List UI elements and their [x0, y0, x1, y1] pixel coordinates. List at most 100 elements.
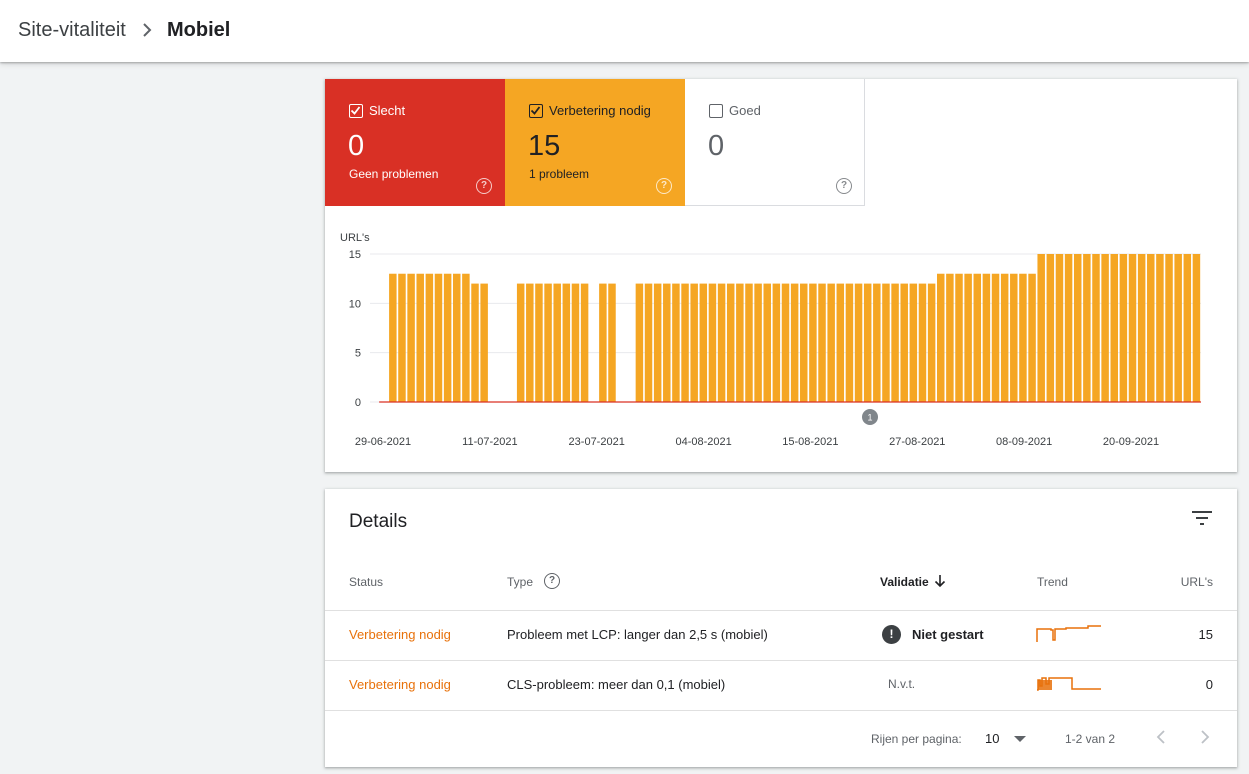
x-tick-label: 11-07-2021 [462, 436, 517, 448]
bar [964, 273, 972, 402]
bar [809, 283, 817, 402]
bar [1046, 254, 1055, 402]
row-status: Verbetering nodig [349, 627, 451, 642]
bar [553, 283, 561, 402]
bar [1147, 254, 1155, 402]
bar [453, 273, 461, 402]
chevron-right-icon[interactable] [1198, 729, 1212, 745]
row-validatie: N.v.t. [888, 677, 916, 691]
bar [836, 283, 845, 402]
filter-icon[interactable] [1191, 509, 1213, 527]
bar [672, 283, 680, 402]
row-type: Probleem met LCP: langer dan 2,5 s (mobi… [507, 627, 768, 642]
bar [745, 283, 753, 402]
bar [946, 273, 954, 402]
row-urls: 15 [1198, 627, 1213, 642]
table-row[interactable]: Verbetering nodig CLS-probleem: meer dan… [325, 660, 1237, 710]
bar [462, 273, 470, 402]
bar [389, 273, 397, 402]
rows-per-page-value: 10 [985, 731, 1000, 746]
bar [580, 283, 589, 402]
bar [1073, 254, 1082, 402]
bar [873, 283, 881, 402]
divider [325, 710, 1237, 711]
bar [818, 283, 826, 402]
bar [699, 283, 708, 402]
arrow-down-icon[interactable] [934, 574, 946, 588]
bar [854, 283, 863, 402]
row-validatie: Niet gestart [912, 627, 984, 642]
bar [690, 283, 698, 402]
chevron-right-icon [143, 23, 152, 37]
bar [708, 283, 717, 402]
bar [1028, 273, 1036, 402]
bar [1037, 254, 1045, 402]
bar [516, 283, 525, 402]
bar [407, 273, 415, 402]
chevron-left-icon[interactable] [1154, 729, 1168, 745]
chart-card: Slecht 0 Geen problemen ? Verbetering no… [325, 79, 1237, 472]
bar [1000, 273, 1009, 402]
y-axis-label: URL's [340, 232, 370, 244]
header-validatie[interactable]: Validatie [880, 575, 929, 589]
header-urls[interactable]: URL's [1173, 575, 1213, 589]
breadcrumb-parent[interactable]: Site-vitaliteit [18, 19, 126, 42]
bar [398, 273, 406, 402]
bar [726, 283, 735, 402]
bar [1192, 254, 1201, 402]
bar [1183, 254, 1192, 402]
pagination-range: 1-2 van 2 [1065, 732, 1116, 746]
caret-down-icon [1014, 736, 1026, 742]
bar [1110, 254, 1118, 402]
annotation-label: 1 [867, 413, 872, 423]
trend-sparkline [1037, 677, 1101, 691]
bar [790, 283, 799, 402]
bar [480, 283, 488, 402]
bar [1010, 273, 1018, 402]
bar [644, 283, 653, 402]
bar [434, 273, 443, 402]
rows-per-page-select[interactable]: 10 [985, 729, 1031, 749]
bar [562, 283, 571, 402]
bar [1119, 254, 1128, 402]
row-type: CLS-probleem: meer dan 0,1 (mobiel) [507, 677, 726, 692]
bar-chart: URL's 0 5 10 15 29-06-2021 11-07-2021 23-07-202… [340, 232, 1201, 448]
header-status[interactable]: Status [349, 575, 383, 589]
row-status: Verbetering nodig [349, 677, 451, 692]
bar [900, 283, 908, 402]
bar [443, 273, 452, 402]
bar [882, 283, 890, 402]
bar [1092, 254, 1100, 402]
y-tick-label: 0 [355, 397, 361, 409]
x-tick-label: 27-08-2021 [889, 436, 945, 448]
row-urls: 0 [1205, 677, 1213, 692]
bar [425, 273, 434, 402]
header-type[interactable]: Type [507, 575, 533, 589]
bar [663, 283, 671, 402]
bar [781, 283, 790, 402]
bar [544, 283, 552, 402]
bar [681, 283, 689, 402]
help-circle-icon[interactable]: ? [544, 573, 560, 589]
alert-circle-icon: ! [882, 625, 901, 644]
bar [1083, 254, 1091, 402]
x-tick-label: 23-07-2021 [569, 436, 625, 448]
y-tick-label: 10 [349, 298, 361, 310]
bar [599, 283, 607, 402]
bar [1064, 254, 1073, 402]
bar [827, 283, 835, 402]
table-row[interactable]: Verbetering nodig Probleem met LCP: lang… [325, 610, 1237, 660]
bar [416, 273, 424, 402]
trend-sparkline [1036, 625, 1101, 642]
header-trend: Trend [1037, 575, 1068, 589]
bar [1101, 254, 1109, 402]
y-tick-label: 15 [349, 249, 361, 261]
bar [955, 273, 963, 402]
bar [736, 283, 744, 402]
x-tick-label: 04-08-2021 [675, 436, 731, 448]
x-tick-label: 08-09-2021 [996, 436, 1052, 448]
details-card: Details Status Type ? Validatie Trend UR… [325, 489, 1237, 767]
bar [927, 283, 936, 402]
bar [535, 283, 543, 402]
app-header: Site-vitaliteit Mobiel [0, 0, 1249, 62]
